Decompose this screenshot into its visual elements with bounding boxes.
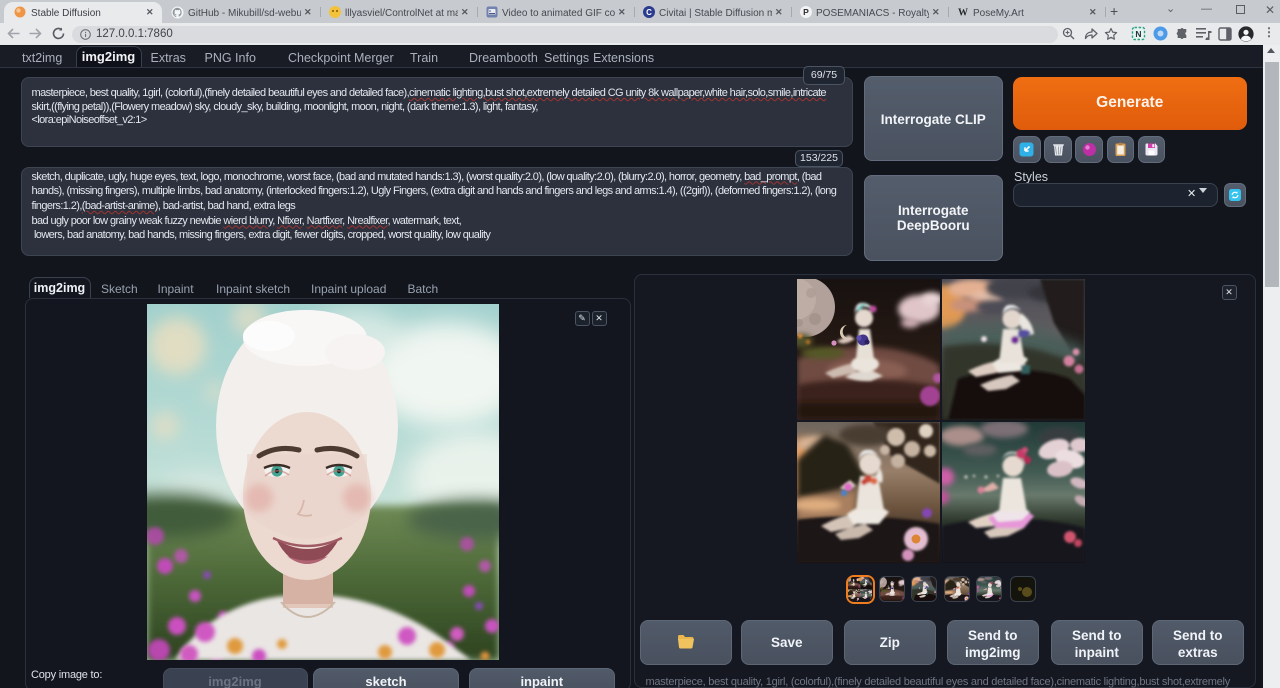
svg-text:C: C	[646, 8, 652, 17]
svg-text:N: N	[1135, 29, 1141, 39]
svg-text:P: P	[803, 7, 809, 17]
svg-text:W: W	[958, 8, 968, 19]
